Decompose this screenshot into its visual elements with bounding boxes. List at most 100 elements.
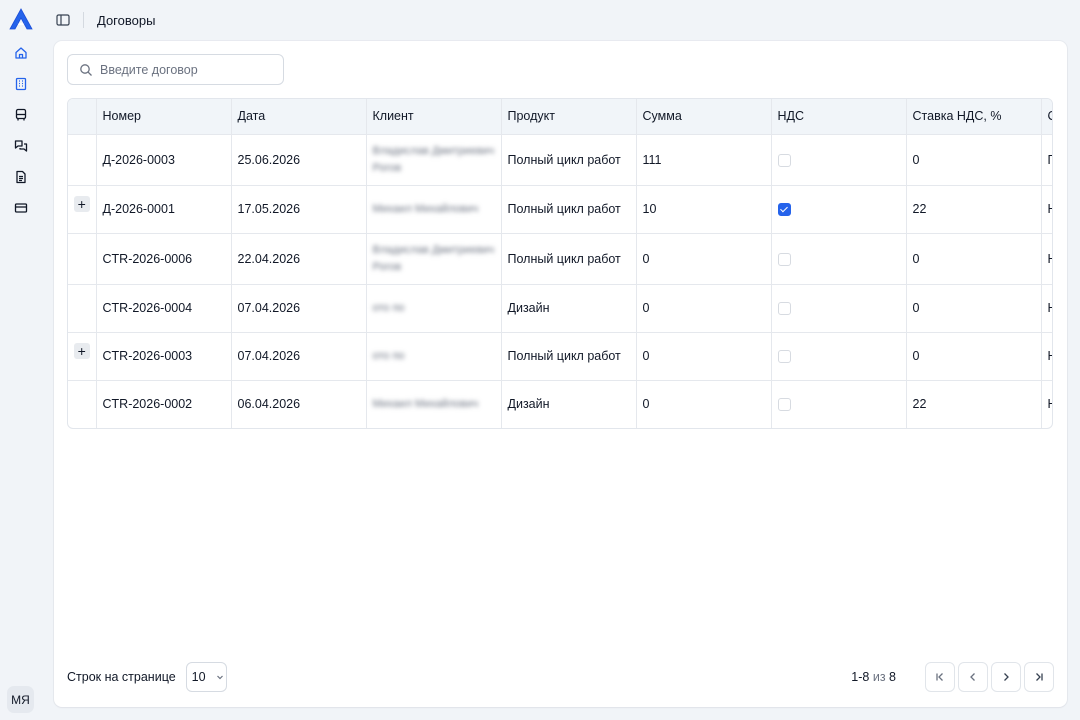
cell-date: 06.04.2026 <box>231 380 367 428</box>
cell-vat <box>771 185 907 234</box>
sidebar-nav <box>12 44 30 217</box>
next-page-button[interactable] <box>991 662 1021 692</box>
prev-page-button[interactable] <box>958 662 988 692</box>
topbar: Договоры <box>41 0 1080 40</box>
contracts-table: Номер Дата Клиент Продукт Сумма НДС Став… <box>67 98 1053 429</box>
building-icon <box>15 77 26 91</box>
table-row[interactable]: + Д-2026-0001 17.05.2026 Михаил Михайлович П… <box>68 185 1052 234</box>
sidebar-item-messages[interactable] <box>12 137 30 155</box>
table-row[interactable]: Д-2026-0003 25.06.2026 Владислав Дмитриеви… <box>68 134 1052 186</box>
cell-vat-rate: 0 <box>906 134 1042 186</box>
pagination-of: из <box>872 670 886 684</box>
cell-number: CTR-2026-0002 <box>96 380 232 428</box>
panel-left-icon <box>56 14 70 26</box>
cell-status: Н <box>1041 380 1052 428</box>
expand-row-button[interactable]: + <box>73 342 90 359</box>
sidebar-item-contracts[interactable] <box>12 168 30 186</box>
column-header[interactable]: Продукт <box>501 99 637 135</box>
sidebar-item-home[interactable] <box>12 44 30 62</box>
cell-product: Дизайн <box>501 284 637 333</box>
rows-per-page-value: 10 <box>191 670 206 684</box>
sidebar-item-payments[interactable] <box>12 199 30 217</box>
cell-vat <box>771 332 907 381</box>
cell-product: Полный цикл работ <box>501 134 637 186</box>
cell-vat <box>771 284 907 333</box>
column-header[interactable]: Сумма <box>636 99 772 135</box>
column-header[interactable]: Номер <box>96 99 232 135</box>
cell-number: Д-2026-0001 <box>96 185 232 234</box>
bus-icon <box>15 108 26 121</box>
cell-vat-rate: 22 <box>906 380 1042 428</box>
vat-checkbox[interactable] <box>777 153 791 167</box>
column-header[interactable]: НДС <box>771 99 907 135</box>
table-row[interactable]: CTR-2026-000407.04.2026ото поДизайн00Н <box>68 284 1052 333</box>
rows-per-page-select[interactable]: 10 <box>185 662 227 692</box>
cell-vat-rate: 22 <box>906 185 1042 234</box>
cell-status: Н <box>1041 284 1052 333</box>
sidebar-item-companies[interactable] <box>12 75 30 93</box>
a-logo-icon[interactable] <box>7 6 35 32</box>
cell-product: Дизайн <box>501 380 637 428</box>
cell-product: Полный цикл работ <box>501 233 637 285</box>
search-box[interactable] <box>67 54 284 85</box>
table-row[interactable]: CTR-2026-0002 06.04.2026 Михаил Михайлович… <box>68 380 1052 428</box>
cell-client: Михаил Михайлович <box>366 380 502 428</box>
cell-sum: 0 <box>636 380 772 428</box>
vat-checkbox[interactable] <box>777 302 791 316</box>
last-page-button[interactable] <box>1024 662 1054 692</box>
chevrons-first-icon <box>936 673 943 681</box>
cell-sum: 10 <box>636 185 772 234</box>
search-icon <box>79 63 93 77</box>
cell-client: Михаил Михайлович <box>366 185 502 234</box>
cell-status: Н <box>1041 332 1052 381</box>
column-header[interactable]: С <box>1041 99 1052 135</box>
cell-status: Н <box>1041 185 1052 234</box>
vat-checkbox[interactable] <box>777 203 791 217</box>
page-title: Договоры <box>97 12 156 28</box>
cell-sum: 0 <box>636 332 772 381</box>
topbar-divider <box>83 12 84 28</box>
column-header-expand <box>68 99 97 135</box>
sidebar-item-transport[interactable] <box>12 106 30 124</box>
rows-per-page-label: Строк на странице <box>67 670 176 684</box>
cell-date: 22.04.2026 <box>231 233 367 285</box>
cell-vat-rate: 0 <box>906 332 1042 381</box>
cell-sum: 0 <box>636 233 772 285</box>
search-input[interactable] <box>100 62 270 77</box>
avatar[interactable]: МЯ <box>7 686 34 713</box>
pagination: 1-8 из 8 <box>851 662 1054 692</box>
cell-date: 25.06.2026 <box>231 134 367 186</box>
pagination-range: 1-8 из 8 <box>851 670 896 684</box>
cell-number: CTR-2026-0003 <box>96 332 232 381</box>
column-header[interactable]: Ставка НДС, % <box>906 99 1042 135</box>
table-row[interactable]: CTR-2026-0006 22.04.2026 Владислав Дмитрие… <box>68 233 1052 285</box>
vat-checkbox[interactable] <box>777 350 791 364</box>
expand-row-button[interactable]: + <box>73 195 90 212</box>
pagination-range-value: 1-8 <box>851 670 870 684</box>
cell-vat-rate: 0 <box>906 284 1042 333</box>
vat-checkbox[interactable] <box>777 398 791 412</box>
chevron-right-icon <box>1004 673 1009 681</box>
cell-date: 17.05.2026 <box>231 185 367 234</box>
expand-cell <box>68 233 97 285</box>
cell-number: Д-2026-0003 <box>96 134 232 186</box>
cell-client: ото по <box>366 332 502 381</box>
first-page-button[interactable] <box>925 662 955 692</box>
cell-client: ото по <box>366 284 502 333</box>
cell-vat-rate: 0 <box>906 233 1042 285</box>
table-row[interactable]: + CTR-2026-0003 07.04.2026 ото по Полный цик… <box>68 332 1052 381</box>
cell-vat <box>771 134 907 186</box>
chevron-down-icon <box>215 672 225 682</box>
sidebar-toggle-button[interactable] <box>55 12 71 28</box>
expand-cell: + <box>68 332 97 381</box>
column-header[interactable]: Клиент <box>366 99 502 135</box>
cell-number: CTR-2026-0004 <box>96 284 232 333</box>
column-header[interactable]: Дата <box>231 99 367 135</box>
cell-status: Н <box>1041 233 1052 285</box>
cell-sum: 0 <box>636 284 772 333</box>
table-header-row: Номер Дата Клиент Продукт Сумма НДС Став… <box>68 99 1052 135</box>
vat-checkbox[interactable] <box>777 252 791 266</box>
pagination-total: 8 <box>889 670 896 684</box>
cell-client: Владислав Дмитриевич Рогов <box>366 233 502 285</box>
expand-cell: + <box>68 185 97 234</box>
